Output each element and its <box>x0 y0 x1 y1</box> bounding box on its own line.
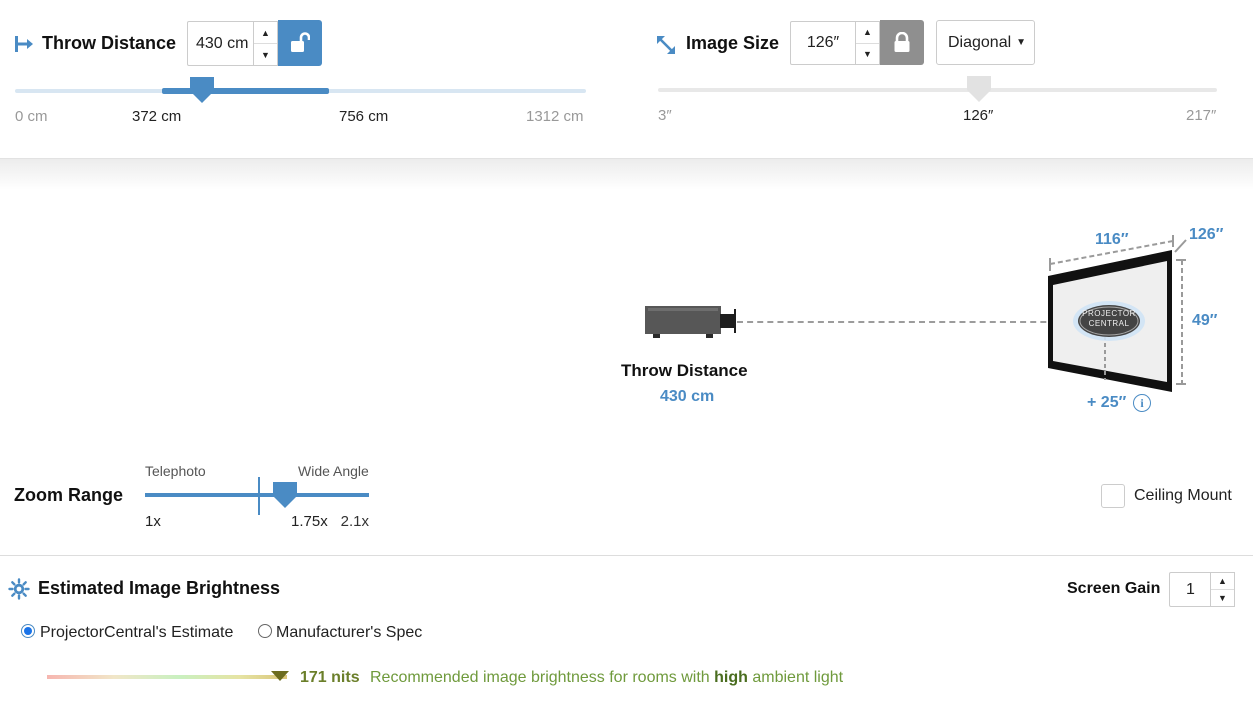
recommendation-prefix: Recommended image brightness for rooms w… <box>370 669 715 686</box>
throw-distance-input[interactable]: 430 cm <box>187 21 254 66</box>
screen-height-dimension: 49″ <box>1192 312 1218 329</box>
locked-padlock-icon <box>894 31 910 52</box>
caret-down-icon: ▼ <box>1016 37 1026 48</box>
image-size-lock-button[interactable] <box>880 20 924 65</box>
throw-range-start-label: 372 cm <box>132 108 182 125</box>
image-size-icon <box>656 35 676 55</box>
measure-select[interactable]: Diagonal ▼ <box>936 20 1035 65</box>
throw-distance-lock-button[interactable] <box>278 20 322 66</box>
zoom-current-label: 1.75x <box>291 513 328 530</box>
image-size-handle[interactable] <box>966 75 992 103</box>
zoom-track[interactable] <box>145 493 369 497</box>
stepper-up-icon[interactable]: ▲ <box>856 22 879 43</box>
screen-offset-dimension: + 25″ <box>1087 394 1127 411</box>
zoom-telephoto-label: Telephoto <box>145 463 206 479</box>
sun-icon <box>8 578 30 605</box>
screen-gain-label: Screen Gain <box>1067 580 1161 597</box>
throw-distance-range-bar <box>161 88 329 94</box>
header-divider <box>0 158 1253 190</box>
brightness-gradient-bar <box>47 675 287 679</box>
measure-select-value: Diagonal <box>948 33 1012 51</box>
screen-gain-stepper[interactable]: ▲ ▼ <box>1211 572 1235 607</box>
diagram-throw-value: 430 cm <box>660 388 715 405</box>
projector-icon <box>644 305 739 345</box>
screen-gain-input[interactable]: 1 <box>1169 572 1211 607</box>
throw-distance-stepper[interactable]: ▲ ▼ <box>254 21 278 66</box>
throw-distance-handle[interactable] <box>189 76 215 104</box>
image-size-min-label: 3″ <box>658 107 672 124</box>
throw-distance-icon <box>14 34 34 54</box>
recommendation-level: high <box>714 669 748 686</box>
stepper-up-icon[interactable]: ▲ <box>1211 573 1234 589</box>
ceiling-mount-label[interactable]: Ceiling Mount <box>1134 487 1232 505</box>
estimate-radio[interactable] <box>21 624 35 638</box>
zoom-divider <box>258 477 260 515</box>
stepper-down-icon[interactable]: ▼ <box>1211 589 1234 606</box>
image-size-max-label: 217″ <box>1186 107 1217 124</box>
stepper-down-icon[interactable]: ▼ <box>254 43 277 65</box>
brightness-marker <box>270 669 290 687</box>
stepper-down-icon[interactable]: ▼ <box>856 42 879 65</box>
image-size-current-label: 126″ <box>963 107 994 124</box>
unlocked-padlock-icon <box>291 32 310 52</box>
throw-max-label: 1312 cm <box>526 108 584 125</box>
zoom-min-label: 1x <box>145 513 161 530</box>
manufacturer-radio[interactable] <box>258 624 272 638</box>
brightness-nits: 171 nits <box>300 669 360 686</box>
brightness-recommendation: Recommended image brightness for rooms w… <box>370 669 843 687</box>
image-size-track[interactable] <box>658 88 1217 92</box>
brightness-title: Estimated Image Brightness <box>38 578 281 598</box>
throw-distance-title: Throw Distance <box>42 33 177 53</box>
zoom-range-title: Zoom Range <box>14 485 124 505</box>
throw-min-label: 0 cm <box>15 108 48 125</box>
ceiling-mount-checkbox[interactable] <box>1101 484 1125 508</box>
image-size-input[interactable]: 126″ <box>790 21 856 65</box>
recommendation-suffix: ambient light <box>747 669 844 686</box>
manufacturer-radio-label[interactable]: Manufacturer's Spec <box>276 624 422 642</box>
zoom-max-label: 2.1x <box>340 513 369 530</box>
offset-info-icon[interactable]: i <box>1133 394 1151 412</box>
stepper-up-icon[interactable]: ▲ <box>254 22 277 43</box>
screen-logo: PROJECTOR CENTRAL <box>1078 309 1140 329</box>
image-size-stepper[interactable]: ▲ ▼ <box>856 21 880 65</box>
screen-logo-line2: CENTRAL <box>1088 319 1130 328</box>
screen-logo-line1: PROJECTOR <box>1082 309 1136 318</box>
zoom-wide-label: Wide Angle <box>298 463 369 479</box>
zoom-handle[interactable] <box>272 481 298 509</box>
diagram-throw-label: Throw Distance <box>621 361 748 380</box>
image-size-title: Image Size <box>686 33 780 53</box>
throw-range-end-label: 756 cm <box>339 108 389 125</box>
screen-width-dimension: 116″ <box>1095 231 1129 248</box>
estimate-radio-label[interactable]: ProjectorCentral's Estimate <box>40 624 233 642</box>
screen-diagonal-dimension: 126″ <box>1189 226 1224 243</box>
